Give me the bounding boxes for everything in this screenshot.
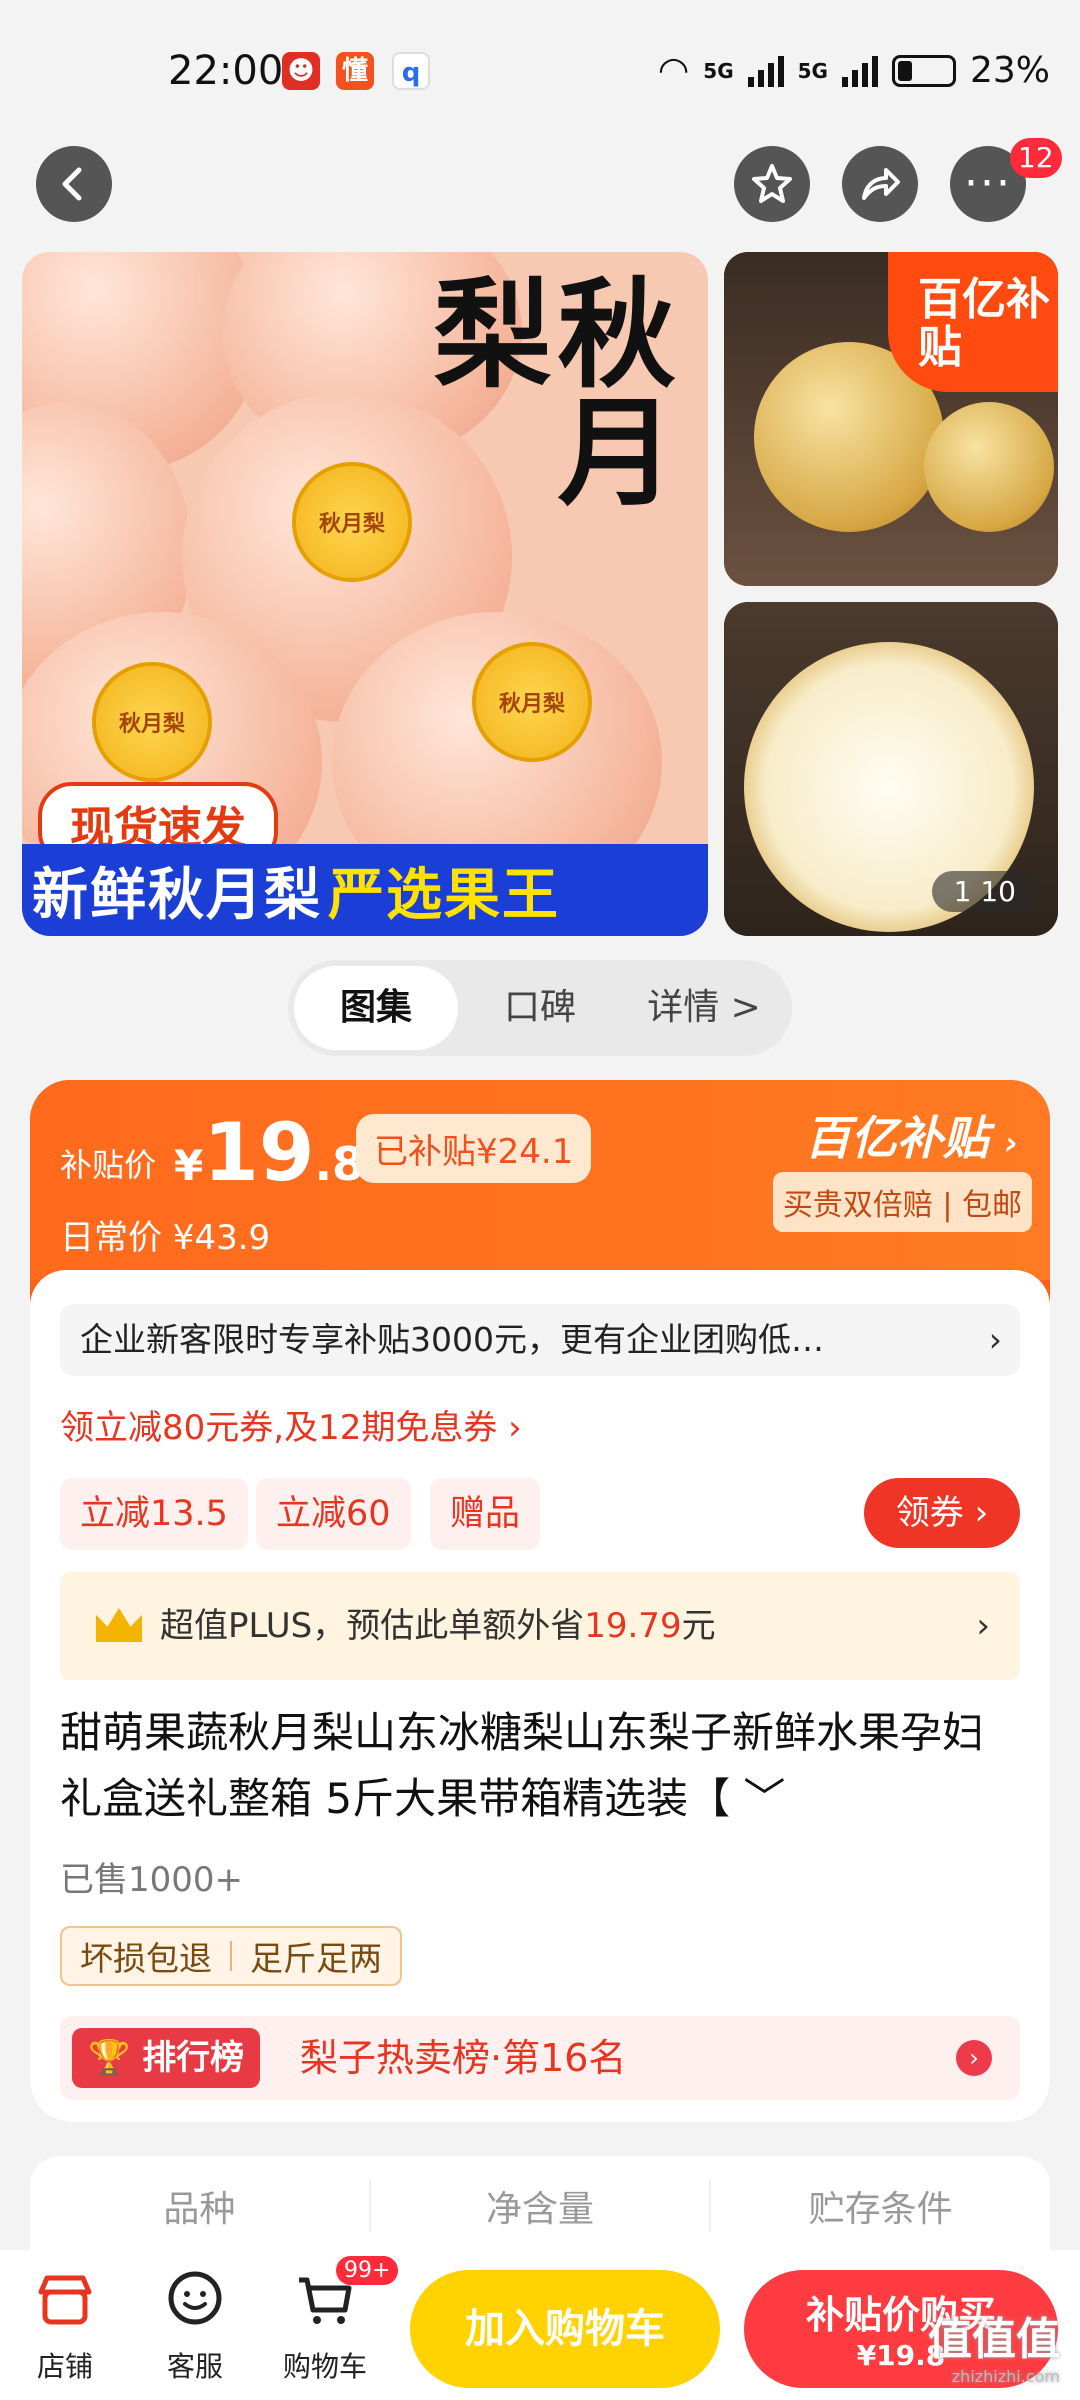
pear-sticker: 秋月梨 bbox=[92, 662, 212, 782]
guarantee-badges[interactable]: 坏损包退 足斤足两 bbox=[60, 1926, 402, 1986]
star-icon bbox=[752, 164, 792, 203]
product-info-body: 企业新客限时专享补贴3000元，更有企业团购低… › 领立减80元券,及12期免… bbox=[30, 1270, 1050, 2122]
discount-chip: 立减13.5 bbox=[60, 1478, 248, 1550]
pager-total: 10 bbox=[980, 875, 1016, 908]
cart-label: 购物车 bbox=[282, 2350, 367, 2383]
get-coupon-button[interactable]: 领券 › bbox=[864, 1478, 1020, 1548]
hero-band: 新鲜秋月梨 严选果王 bbox=[22, 844, 708, 936]
status-time: 22:00 bbox=[168, 48, 284, 94]
product-title[interactable]: 甜萌果蔬秋月梨山东冰糖梨山东梨子新鲜水果孕妇礼盒送礼整箱 5斤大果带箱精选装【 … bbox=[60, 1700, 1020, 1832]
pear-sticker: 秋月梨 bbox=[472, 642, 592, 762]
gallery-thumbnail-2[interactable]: 1 10 bbox=[724, 602, 1058, 936]
currency-symbol: ¥ bbox=[174, 1141, 204, 1190]
regular-price: 日常价 ¥43.9 bbox=[60, 1218, 271, 1258]
subsidy-corner-tag: 百亿补贴 bbox=[888, 252, 1058, 392]
product-info-card: 补贴价 ¥19.8 已补贴¥24.1 日常价 ¥43.9 百亿补贴 › 买贵双倍… bbox=[30, 1080, 1050, 2122]
shop-label: 店铺 bbox=[36, 2350, 93, 2383]
chevron-right-icon: › bbox=[988, 1320, 1002, 1359]
back-button[interactable] bbox=[36, 146, 112, 222]
tab-details[interactable]: 详情 > bbox=[622, 966, 786, 1050]
plus-unit: 元 bbox=[681, 1606, 716, 1646]
gallery-pager: 1 10 bbox=[931, 871, 1038, 912]
chevron-right-icon: › bbox=[956, 2040, 992, 2076]
ranking-text: 梨子热卖榜·第16名 bbox=[300, 2036, 627, 2080]
status-bar: 22:00 ☻ 懂 q ◠ 5G 5G 23% bbox=[0, 0, 1080, 140]
spec-variety: 品种 bbox=[30, 2180, 371, 2232]
plus-amount: 19.79 bbox=[584, 1606, 682, 1646]
add-to-cart-button[interactable]: 加入购物车 bbox=[410, 2270, 720, 2388]
shop-button[interactable]: 店铺 bbox=[10, 2268, 120, 2385]
pear-sticker: 秋月梨 bbox=[292, 462, 412, 582]
guarantee-item: 足斤足两 bbox=[250, 1939, 382, 1978]
price-integer: 19 bbox=[203, 1106, 315, 1199]
network-label-1: 5G bbox=[703, 58, 734, 83]
status-right: ◠ 5G 5G 23% bbox=[658, 50, 1050, 91]
gift-chip: 赠品 bbox=[430, 1478, 541, 1550]
spec-net-weight: 净含量 bbox=[371, 2180, 712, 2232]
watermark-text: 值值值 bbox=[928, 2314, 1060, 2365]
ranking-badge-label: 排行榜 bbox=[142, 2038, 245, 2078]
enterprise-promo-text: 企业新客限时专享补贴3000元，更有企业团购低… bbox=[80, 1320, 824, 1359]
service-label: 客服 bbox=[166, 2350, 223, 2383]
bottom-action-bar: 店铺 客服 购物车 99+ 加入购物车 补贴价购买 ¥19.8 值值值 zhiz… bbox=[0, 2250, 1080, 2400]
chat-smile-icon bbox=[168, 2271, 222, 2325]
pear-shape bbox=[924, 402, 1054, 532]
trophy-icon: 🏆 bbox=[88, 2038, 131, 2078]
gallery-tabs: 图集 口碑 详情 > bbox=[288, 960, 792, 1056]
search-app-icon: q bbox=[392, 52, 430, 90]
favorite-button[interactable] bbox=[734, 146, 810, 222]
signal-icon-1 bbox=[747, 55, 784, 87]
app-notification-icon: 懂 bbox=[336, 52, 374, 90]
battery-percent: 23% bbox=[969, 50, 1050, 91]
crown-icon bbox=[96, 1608, 142, 1642]
subsidized-amount-pill: 已补贴¥24.1 bbox=[356, 1114, 592, 1183]
signal-icon-2 bbox=[841, 55, 878, 87]
pager-current: 1 bbox=[953, 875, 972, 908]
chevron-right-icon: › bbox=[976, 1606, 990, 1646]
spec-storage: 贮存条件 bbox=[808, 2189, 953, 2230]
chevron-right-icon: › bbox=[1004, 1124, 1018, 1162]
hero-band-text: 新鲜秋月梨 bbox=[32, 862, 322, 928]
wifi-icon: ◠ bbox=[657, 50, 690, 91]
discount-chip: 立减60 bbox=[256, 1478, 411, 1550]
enterprise-promo-bar[interactable]: 企业新客限时专享补贴3000元，更有企业团购低… › bbox=[60, 1304, 1020, 1376]
sold-count: 已售1000+ bbox=[60, 1860, 244, 1900]
cart-button[interactable]: 购物车 99+ bbox=[270, 2256, 399, 2385]
cart-count-badge: 99+ bbox=[336, 2256, 399, 2285]
site-watermark: 值值值 zhizhizhi.com bbox=[928, 2303, 1060, 2386]
ranking-badge: 🏆 排行榜 bbox=[72, 2028, 261, 2088]
plus-member-bar[interactable]: 超值PLUS，预估此单额外省19.79元 › bbox=[60, 1572, 1020, 1680]
plus-text: 超值PLUS，预估此单额外省 bbox=[160, 1606, 585, 1646]
tab-reviews[interactable]: 口碑 bbox=[458, 966, 622, 1050]
more-dots-icon: ··· bbox=[964, 158, 1012, 209]
subsidy-guarantee-badge: 买贵双倍赔 | 包邮 bbox=[772, 1172, 1032, 1232]
hero-title: 秋月梨 bbox=[413, 272, 676, 508]
coupon-link[interactable]: 领立减80元券,及12期免息券 › bbox=[60, 1400, 522, 1449]
gallery-thumbnail-1[interactable]: 百亿补贴 bbox=[724, 252, 1058, 586]
share-button[interactable] bbox=[842, 146, 918, 222]
guarantee-item: 坏损包退 bbox=[80, 1939, 212, 1978]
pdd-app-icon: ☻ bbox=[282, 52, 320, 90]
store-icon bbox=[38, 2275, 92, 2325]
billion-subsidy-text: 百亿补贴 bbox=[804, 1111, 989, 1165]
main-product-image[interactable]: 秋月梨 秋月梨 秋月梨 秋月梨 现货速发 新鲜秋月梨 严选果王 bbox=[22, 252, 708, 936]
tab-gallery[interactable]: 图集 bbox=[294, 966, 458, 1050]
spec-summary[interactable]: 品种 净含量 贮存条件 bbox=[30, 2156, 1050, 2256]
notification-badge: 12 bbox=[1010, 138, 1062, 178]
share-icon bbox=[862, 168, 900, 200]
ranking-bar[interactable]: 🏆 排行榜 梨子热卖榜·第16名 › bbox=[60, 2016, 1020, 2100]
subsidy-price: ¥19.8 bbox=[174, 1106, 364, 1199]
watermark-url: zhizhizhi.com bbox=[951, 2367, 1060, 2386]
price-header: 补贴价 ¥19.8 已补贴¥24.1 日常价 ¥43.9 百亿补贴 › 买贵双倍… bbox=[30, 1080, 1050, 1280]
battery-icon bbox=[891, 54, 956, 87]
subsidy-price-label: 补贴价 bbox=[60, 1146, 157, 1184]
back-arrow-icon bbox=[62, 167, 82, 201]
network-label-2: 5G bbox=[797, 58, 828, 83]
billion-subsidy-logo[interactable]: 百亿补贴 › bbox=[805, 1102, 1018, 1168]
hero-band-highlight: 严选果王 bbox=[328, 862, 560, 928]
customer-service-button[interactable]: 客服 bbox=[140, 2268, 250, 2385]
